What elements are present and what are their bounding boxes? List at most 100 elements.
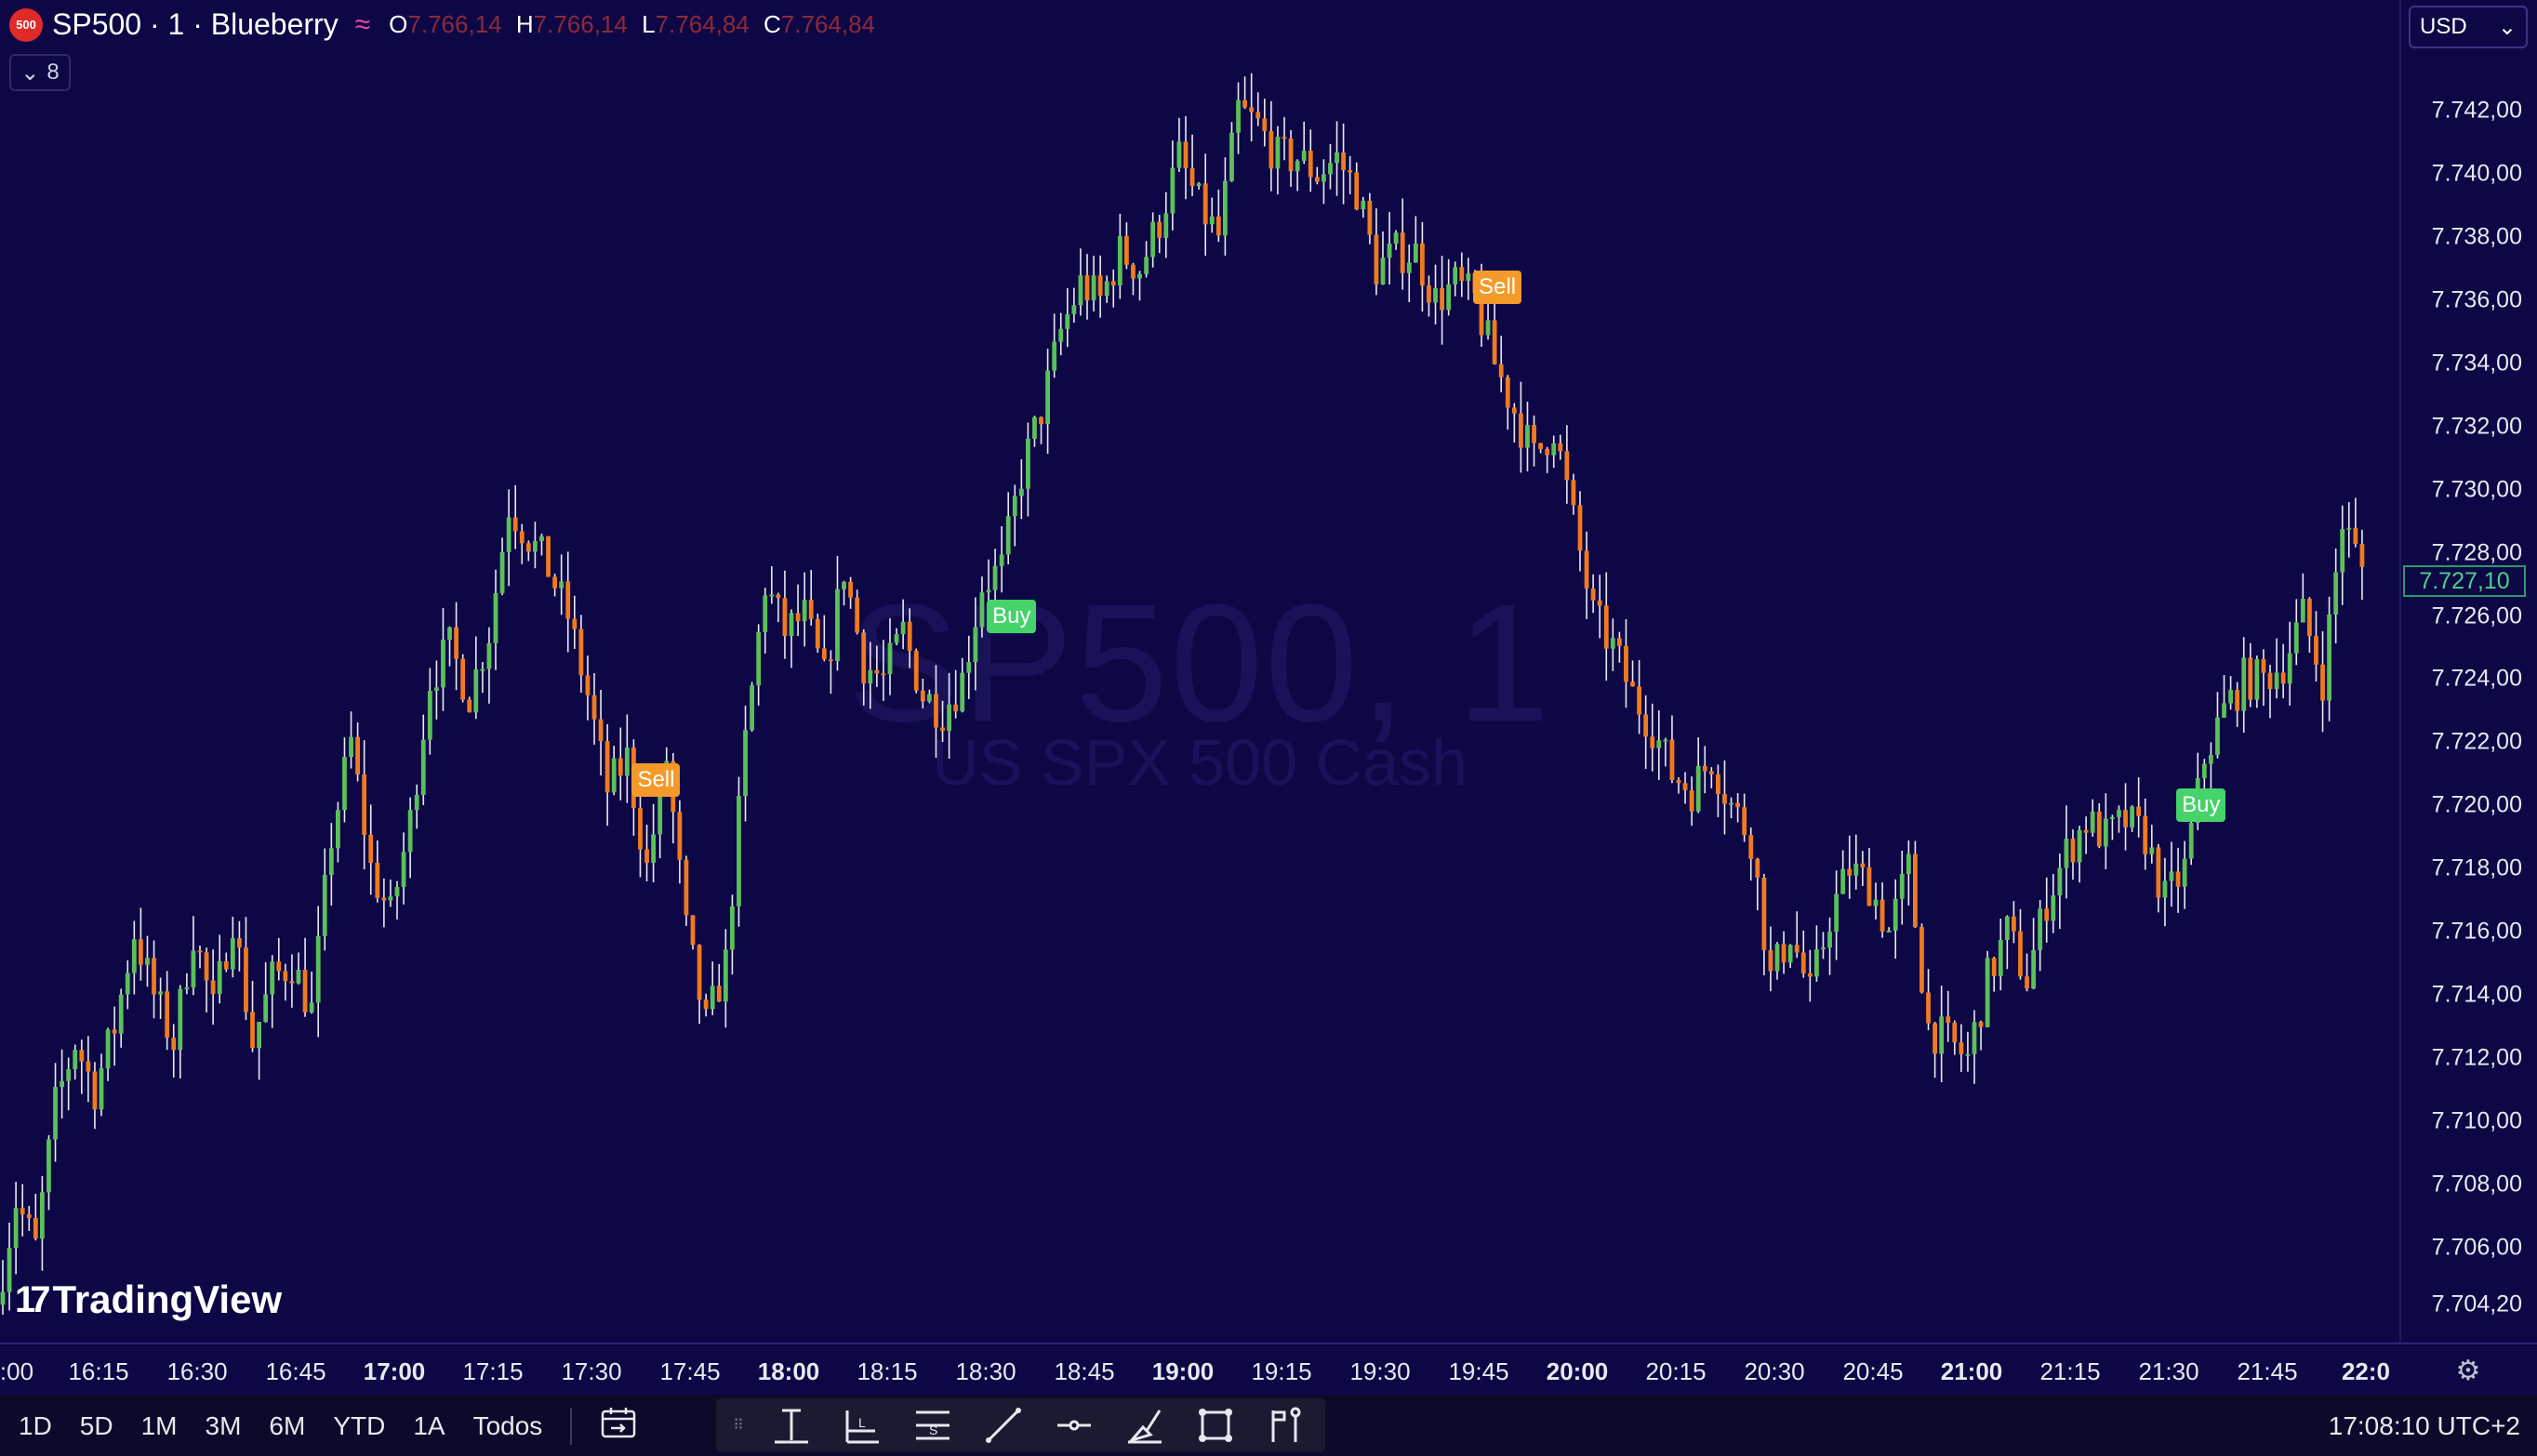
candle-body <box>2293 622 2299 654</box>
settings-gear-icon[interactable]: ⚙ <box>2451 1354 2485 1387</box>
candle-body <box>539 536 544 541</box>
indicators-count: 8 <box>46 60 60 85</box>
range-1d-button[interactable]: 1D <box>19 1411 52 1441</box>
tradingview-logo[interactable]: 17 TradingView <box>15 1277 282 1322</box>
candle <box>289 954 295 1008</box>
candle-body <box>322 875 327 936</box>
range-all-button[interactable]: Todos <box>473 1411 543 1441</box>
go-to-date-icon[interactable] <box>600 1406 637 1446</box>
candle <box>381 878 387 928</box>
candle <box>1926 969 1931 1031</box>
candle <box>737 776 741 927</box>
sell-signal-label[interactable]: Sell <box>1473 271 1522 305</box>
candle <box>355 721 360 782</box>
candle <box>394 880 400 920</box>
range-1m-button[interactable]: 1M <box>141 1411 178 1441</box>
candle-body <box>1018 488 1024 496</box>
price-tick-label: 7.730,00 <box>2431 476 2522 503</box>
range-5d-button[interactable]: 5D <box>80 1411 113 1441</box>
candle <box>434 660 439 720</box>
candle-body <box>53 1087 58 1140</box>
sell-signal-label[interactable]: Sell <box>631 763 681 798</box>
candle-body <box>486 642 492 669</box>
currency-select[interactable]: USD ⌄ <box>2409 6 2528 48</box>
candle-body <box>2143 815 2148 854</box>
candle-body <box>1137 273 1142 279</box>
trend-line-tool-icon[interactable] <box>976 1402 1030 1449</box>
drag-handle-icon[interactable]: ⠿ <box>729 1402 748 1449</box>
candle-body <box>1794 945 1800 953</box>
candle-body <box>1972 1022 1977 1054</box>
candle <box>1505 375 1510 430</box>
candle-body <box>829 659 833 662</box>
candle-body <box>480 668 485 671</box>
candle <box>362 740 367 870</box>
candle <box>276 937 282 981</box>
candle <box>2136 777 2142 838</box>
candle <box>1058 312 1064 356</box>
buy-signal-label[interactable]: Buy <box>987 599 1037 633</box>
candle <box>927 689 932 704</box>
long-position-tool-icon[interactable]: L <box>835 1402 889 1449</box>
candle <box>0 1260 6 1316</box>
candle <box>92 1062 98 1130</box>
candle-body <box>1617 638 1622 646</box>
candle-body <box>960 672 965 712</box>
candle <box>2130 805 2134 832</box>
candle <box>1288 129 1294 187</box>
time-axis[interactable]: ⚙ :00 16:15 16:30 16:45 17:00 17:15 17:30 17:45… <box>0 1343 2537 1395</box>
candle-body <box>559 581 565 589</box>
candle <box>2235 682 2240 727</box>
candle-body <box>152 958 156 995</box>
price-tick-label: 7.720,00 <box>2431 791 2522 818</box>
candle <box>1597 575 1602 639</box>
time-tick-label: 17:15 <box>462 1357 524 1385</box>
market-status-icon[interactable]: ≈ <box>355 9 370 41</box>
short-position-tool-icon[interactable]: S <box>906 1402 960 1449</box>
candle <box>821 615 827 662</box>
candle <box>2293 599 2299 666</box>
range-1a-button[interactable]: 1A <box>413 1411 445 1441</box>
candle <box>802 572 807 647</box>
candle <box>1255 92 1261 126</box>
range-ytd-button[interactable]: YTD <box>333 1411 385 1441</box>
candle <box>684 855 689 926</box>
candle <box>1091 256 1096 311</box>
price-axis[interactable]: 7.742,00 7.740,00 7.738,00 7.736,00 7.734,00… <box>2399 0 2537 1343</box>
buy-signal-label[interactable]: Buy <box>2176 788 2226 823</box>
indicators-toggle-button[interactable]: ⌄ 8 <box>9 54 71 91</box>
range-6m-button[interactable]: 6M <box>269 1411 305 1441</box>
candle-body <box>1301 151 1307 162</box>
candle <box>2248 642 2253 708</box>
rectangle-tool-icon[interactable] <box>1189 1402 1242 1449</box>
candle <box>112 1006 117 1066</box>
candle-body <box>763 595 768 632</box>
range-3m-button[interactable]: 3M <box>206 1411 242 1441</box>
candle <box>829 650 833 695</box>
candle <box>1124 222 1129 270</box>
candle-body <box>1840 868 1846 894</box>
candle <box>2162 857 2168 927</box>
brush-tool-icon[interactable] <box>1118 1402 1172 1449</box>
chart-pane[interactable]: SP500, 1 US SPX 500 Cash 500 SP500 · 1 ·… <box>0 0 2399 1343</box>
candle <box>145 935 150 987</box>
candle-body <box>125 973 130 995</box>
candle-body <box>1288 139 1294 172</box>
candle-body <box>1682 783 1688 790</box>
close-key: C <box>764 10 781 38</box>
candle-body <box>1110 281 1116 285</box>
vertical-line-tool-icon[interactable] <box>764 1402 818 1449</box>
symbol-title[interactable]: SP500 · 1 · Blueberry <box>52 7 339 42</box>
candle <box>789 609 794 668</box>
time-tick-label: 18:00 <box>757 1357 820 1385</box>
candle-body <box>1834 893 1839 933</box>
candle <box>506 489 511 587</box>
utc-clock[interactable]: 17:08:10 UTC+2 <box>2329 1411 2520 1441</box>
candle <box>178 985 183 1079</box>
price-range-tool-icon[interactable] <box>1259 1402 1313 1449</box>
candle <box>1630 660 1635 687</box>
horizontal-ray-tool-icon[interactable] <box>1047 1402 1101 1449</box>
candle <box>1972 1010 1977 1084</box>
candle-body <box>2123 810 2128 827</box>
candle-body <box>349 736 353 758</box>
